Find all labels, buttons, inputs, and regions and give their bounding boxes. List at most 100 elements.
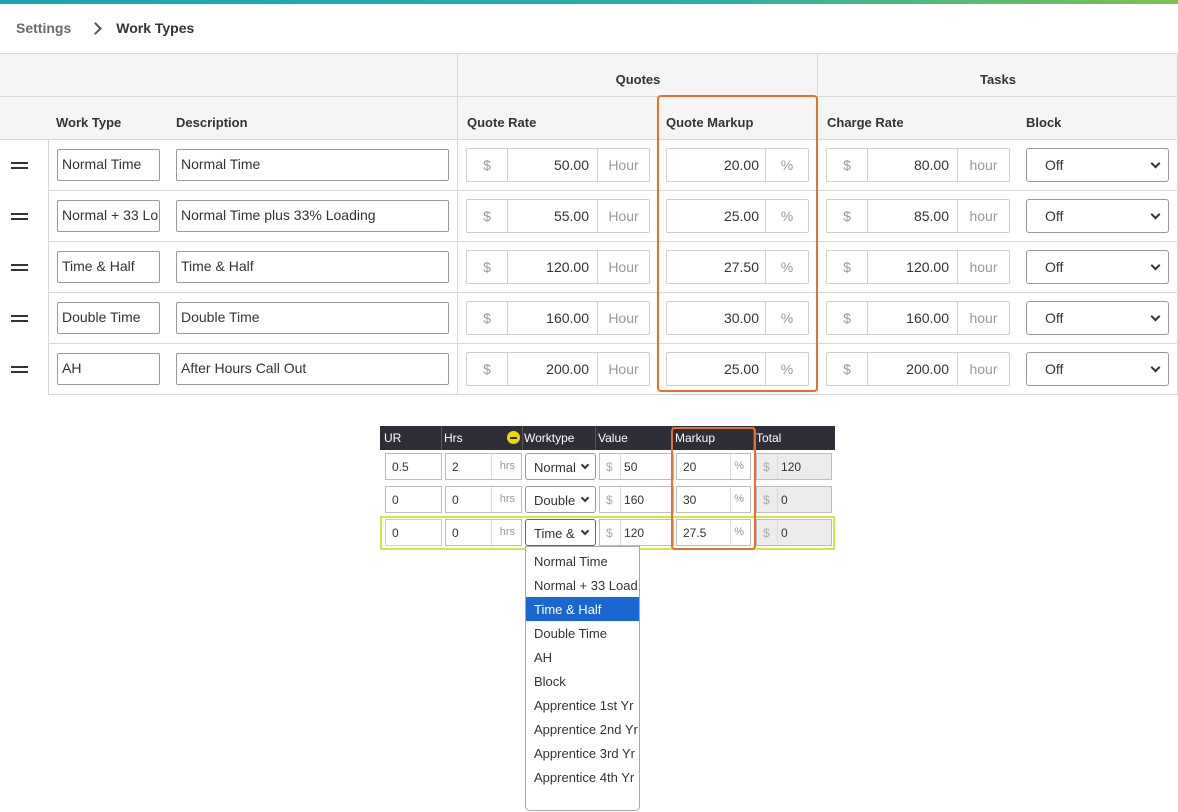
divider <box>620 487 621 512</box>
description-input[interactable]: Time & Half <box>176 251 449 283</box>
unit-suffix: Hour <box>597 149 649 181</box>
dollar-prefix: $ <box>827 353 868 385</box>
block-select[interactable]: Off <box>1026 250 1169 284</box>
divider <box>672 426 673 450</box>
drag-handle-icon[interactable] <box>11 366 28 373</box>
worktype-option[interactable]: Apprentice 4th Yr <box>526 765 639 789</box>
divider <box>441 426 442 450</box>
chevron-down-icon <box>1150 260 1161 271</box>
markup-input[interactable]: 30 % <box>676 486 751 513</box>
markup-input[interactable]: 27.5 % <box>676 519 751 546</box>
worktype-select[interactable]: Double <box>525 486 596 513</box>
drag-handle-icon[interactable] <box>11 213 28 220</box>
dollar-prefix: $ <box>467 200 508 232</box>
work-type-name-input[interactable]: AH <box>57 353 160 385</box>
worktype-option[interactable]: Apprentice 1st Yr <box>526 693 639 717</box>
worktype-select[interactable]: Normal <box>525 453 596 480</box>
description-input[interactable]: After Hours Call Out <box>176 353 449 385</box>
markup-input[interactable]: 20 % <box>676 453 751 480</box>
quote-markup-input[interactable]: 30.00 % <box>666 301 809 335</box>
quote-rate-input[interactable]: $ 200.00 Hour <box>466 352 650 386</box>
percent-suffix: % <box>765 302 808 334</box>
percent-suffix: % <box>734 493 744 505</box>
quote-rate-input[interactable]: $ 50.00 Hour <box>466 148 650 182</box>
quote-rate-input[interactable]: $ 55.00 Hour <box>466 199 650 233</box>
worktype-option[interactable]: AH <box>526 645 639 669</box>
worktype-option[interactable]: Normal Time <box>526 549 639 573</box>
hrs-input[interactable]: 0 hrs <box>445 519 522 546</box>
worktype-option[interactable]: Apprentice 2nd Yr <box>526 717 639 741</box>
total-amount: 120 <box>781 460 802 474</box>
block-value: Off <box>1045 157 1064 173</box>
quote-markup-input[interactable]: 25.00 % <box>666 199 809 233</box>
value-amount: 160 <box>624 493 645 507</box>
block-select[interactable]: Off <box>1026 352 1169 386</box>
breadcrumb-settings-link[interactable]: Settings <box>16 20 71 36</box>
worktype-option[interactable]: Block <box>526 669 639 693</box>
block-select[interactable]: Off <box>1026 148 1169 182</box>
worktype-option-selected[interactable]: Time & Half <box>526 597 639 621</box>
value-input[interactable]: $ 160 <box>599 486 674 513</box>
value-input[interactable]: $ 50 <box>599 453 674 480</box>
quote-rate-input[interactable]: $ 120.00 Hour <box>466 250 650 284</box>
percent-suffix: % <box>734 460 744 472</box>
chevron-right-icon <box>89 21 103 35</box>
percent-suffix: % <box>765 353 808 385</box>
percent-suffix: % <box>765 200 808 232</box>
dollar-prefix: $ <box>827 302 868 334</box>
minus-circle-icon[interactable] <box>507 431 520 444</box>
dollar-prefix: $ <box>763 526 770 540</box>
dollar-prefix: $ <box>763 460 770 474</box>
charge-rate-input[interactable]: $ 80.00 hour <box>826 148 1010 182</box>
charge-rate-input[interactable]: $ 85.00 hour <box>826 199 1010 233</box>
chevron-down-icon <box>580 526 590 536</box>
group-label-tasks: Tasks <box>980 72 1016 87</box>
ur-input[interactable]: 0 <box>385 486 442 513</box>
unit-suffix: Hour <box>597 353 649 385</box>
work-type-name-input[interactable]: Double Time <box>57 302 160 334</box>
block-value: Off <box>1045 208 1064 224</box>
worktype-value: Time & <box>534 526 575 541</box>
value-input[interactable]: $ 120 <box>599 519 674 546</box>
chevron-down-icon <box>1150 158 1161 169</box>
drag-handle-icon[interactable] <box>11 315 28 322</box>
work-type-name-input[interactable]: Normal Time <box>57 149 160 181</box>
charge-rate-input[interactable]: $ 160.00 hour <box>826 301 1010 335</box>
group-header-tasks: Tasks <box>818 53 1178 97</box>
chevron-down-icon <box>1150 209 1161 220</box>
divider <box>730 520 731 545</box>
description-input[interactable]: Double Time <box>176 302 449 334</box>
description-input[interactable]: Normal Time <box>176 149 449 181</box>
quote-markup-input[interactable]: 25.00 % <box>666 352 809 386</box>
markup-value: 30.00 <box>723 310 759 326</box>
worktype-select[interactable]: Time & <box>525 519 596 546</box>
worktype-option[interactable]: Apprentice 3rd Yr <box>526 741 639 765</box>
dollar-prefix: $ <box>827 149 868 181</box>
charge-rate-input[interactable]: $ 200.00 hour <box>826 352 1010 386</box>
hrs-input[interactable]: 0 hrs <box>445 486 522 513</box>
quote-rate-value: 120.00 <box>546 259 589 275</box>
worktype-value: Normal <box>534 460 576 475</box>
unit-suffix: hour <box>957 200 1009 232</box>
group-header-quotes: Quotes <box>458 53 818 97</box>
worktype-option[interactable]: Double Time <box>526 621 639 645</box>
hrs-input[interactable]: 2 hrs <box>445 453 522 480</box>
total-amount: 0 <box>781 526 788 540</box>
markup-value: 25.00 <box>723 361 759 377</box>
quote-markup-input[interactable]: 27.50 % <box>666 250 809 284</box>
drag-handle-icon[interactable] <box>11 162 28 169</box>
ur-input[interactable]: 0 <box>385 519 442 546</box>
block-select[interactable]: Off <box>1026 199 1169 233</box>
work-type-name-input[interactable]: Time & Half <box>57 251 160 283</box>
work-type-name-input[interactable]: Normal + 33 Lo <box>57 200 160 232</box>
worktype-option[interactable]: Normal + 33 Load <box>526 573 639 597</box>
drag-handle-icon[interactable] <box>11 264 28 271</box>
divider <box>491 487 492 512</box>
description-input[interactable]: Normal Time plus 33% Loading <box>176 200 449 232</box>
quote-rate-input[interactable]: $ 160.00 Hour <box>466 301 650 335</box>
ur-input[interactable]: 0.5 <box>385 453 442 480</box>
block-select[interactable]: Off <box>1026 301 1169 335</box>
quote-markup-input[interactable]: 20.00 % <box>666 148 809 182</box>
percent-suffix: % <box>765 149 808 181</box>
charge-rate-input[interactable]: $ 120.00 hour <box>826 250 1010 284</box>
